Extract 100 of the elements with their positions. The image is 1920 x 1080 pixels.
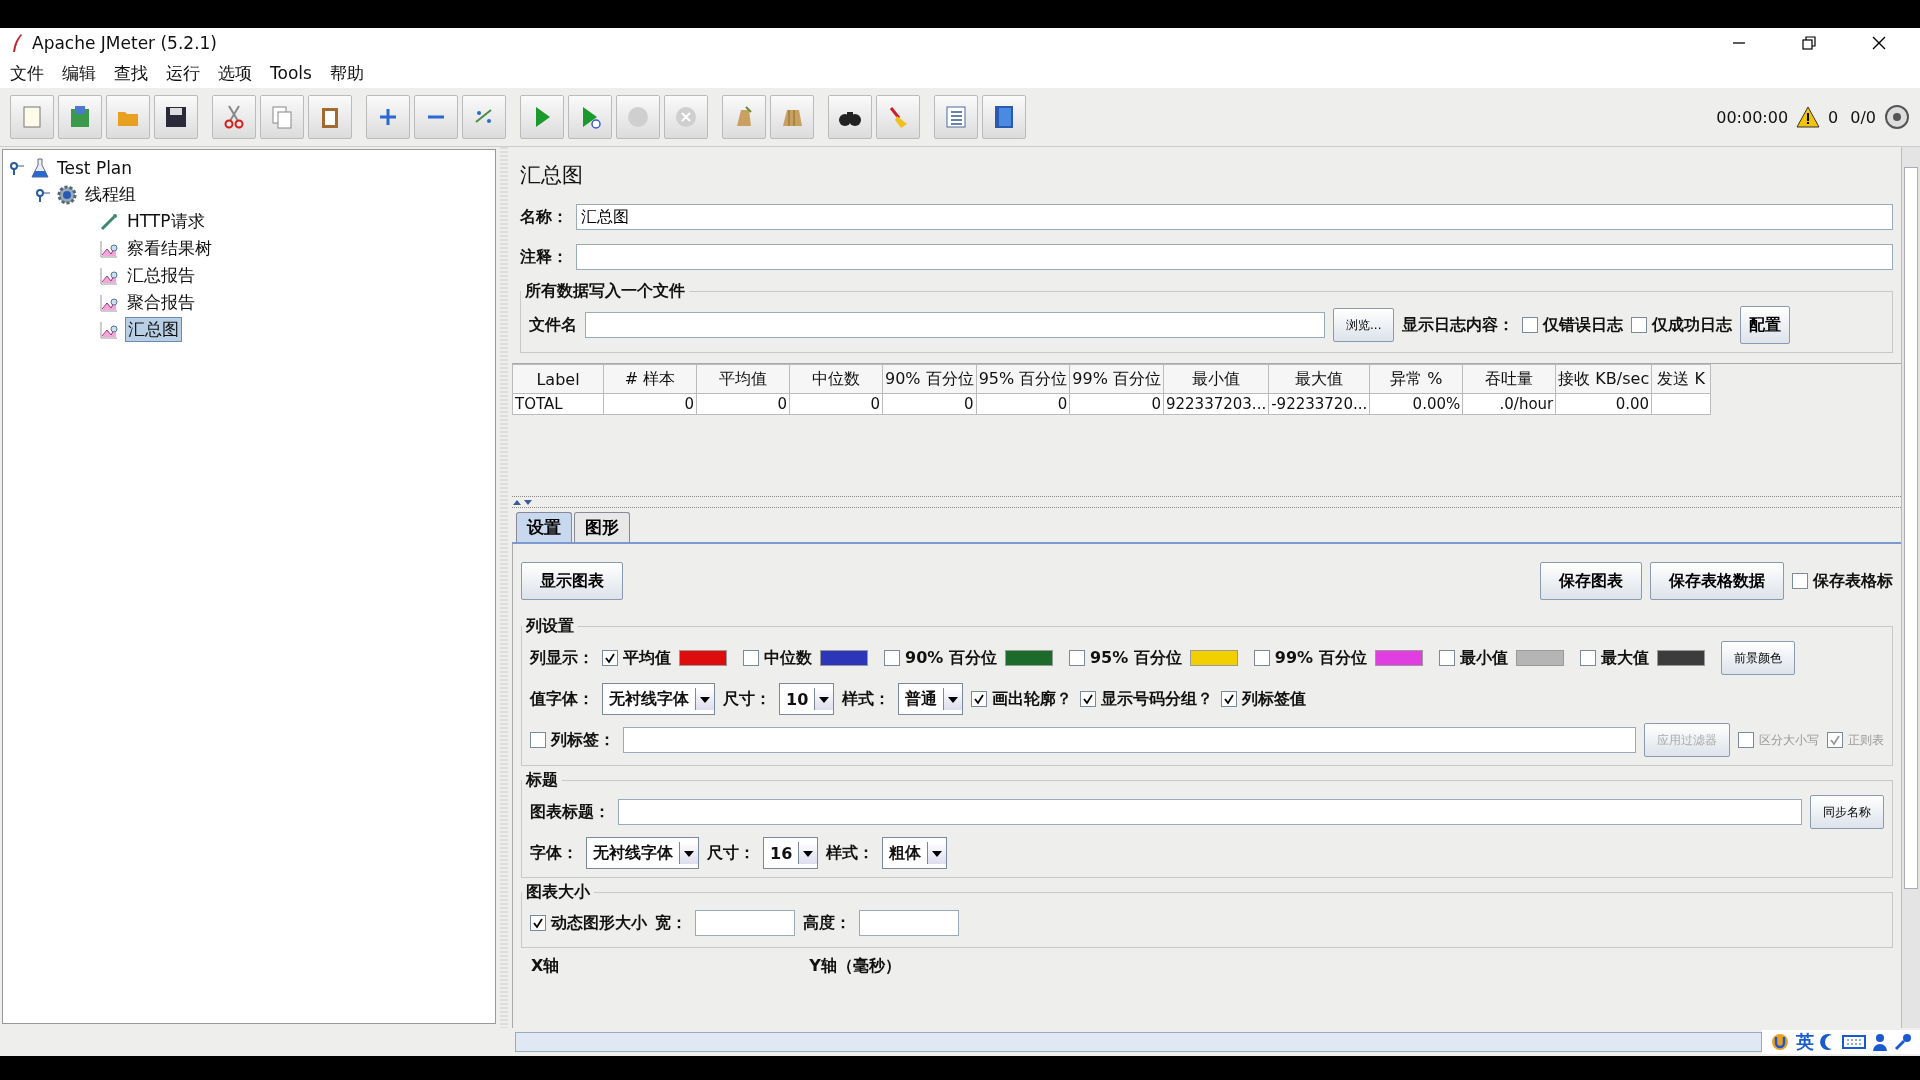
- restore-icon[interactable]: [1802, 36, 1816, 50]
- column-header[interactable]: 95% 百分位: [976, 364, 1070, 394]
- column-header[interactable]: 吞吐量: [1462, 364, 1556, 394]
- browse-button[interactable]: 浏览...: [1333, 308, 1395, 342]
- split-arrows-icon[interactable]: [512, 498, 534, 506]
- checkbox[interactable]: [1221, 691, 1238, 707]
- tab[interactable]: 设置: [516, 512, 572, 542]
- close-icon[interactable]: [1872, 36, 1886, 50]
- checkbox[interactable]: [530, 732, 546, 748]
- wrench-icon[interactable]: [1894, 1033, 1912, 1051]
- new-file-icon[interactable]: [10, 95, 54, 139]
- clear-icon[interactable]: [722, 95, 766, 139]
- cut-icon[interactable]: [212, 95, 256, 139]
- column-header[interactable]: # 样本: [603, 364, 697, 394]
- checkbox[interactable]: [530, 915, 546, 931]
- height-field[interactable]: [859, 910, 959, 936]
- checkbox[interactable]: [1080, 691, 1097, 707]
- label-filter-field[interactable]: [623, 727, 1636, 753]
- menu-item[interactable]: 文件: [10, 61, 44, 85]
- color-swatch[interactable]: [1374, 650, 1423, 666]
- caret-icon[interactable]: [679, 842, 698, 864]
- user-icon[interactable]: [1872, 1033, 1888, 1051]
- checkbox[interactable]: [971, 691, 988, 707]
- checkbox[interactable]: [884, 650, 900, 666]
- tree-item[interactable]: 汇总报告: [125, 264, 197, 287]
- column-header[interactable]: 最大值: [1268, 364, 1370, 394]
- paste-icon[interactable]: [308, 95, 352, 139]
- plus-icon[interactable]: [366, 95, 410, 139]
- color-swatch[interactable]: [820, 650, 868, 666]
- tab[interactable]: 图形: [574, 512, 630, 542]
- column-header[interactable]: 平均值: [696, 364, 790, 394]
- binoculars-icon[interactable]: [828, 95, 872, 139]
- checkbox[interactable]: [1438, 650, 1455, 666]
- width-field[interactable]: [695, 910, 795, 936]
- save-table-button[interactable]: 保存表格数据: [1650, 562, 1784, 600]
- checkbox[interactable]: [1738, 732, 1754, 748]
- menu-item[interactable]: 帮助: [329, 61, 364, 85]
- column-header[interactable]: 90% 百分位: [882, 364, 977, 394]
- checkbox[interactable]: [1579, 650, 1596, 666]
- comment-field[interactable]: [576, 244, 1893, 270]
- column-header[interactable]: 99% 百分位: [1069, 364, 1164, 394]
- tree-handle-icon[interactable]: [35, 187, 51, 202]
- split-handle[interactable]: [500, 147, 508, 1028]
- color-swatch[interactable]: [1004, 650, 1053, 666]
- menu-item[interactable]: 选项: [218, 61, 252, 85]
- start-icon[interactable]: [520, 95, 564, 139]
- menu-item[interactable]: 查找: [114, 61, 148, 85]
- tree-item[interactable]: Test Plan: [55, 157, 135, 178]
- checkbox[interactable]: [1631, 317, 1648, 333]
- name-field[interactable]: 汇总图: [576, 204, 1893, 230]
- column-header[interactable]: 异常 %: [1369, 364, 1463, 394]
- checkbox[interactable]: [1068, 650, 1085, 666]
- checkbox[interactable]: [1792, 573, 1808, 589]
- column-header[interactable]: 发送 K: [1651, 364, 1711, 394]
- checkbox[interactable]: [1253, 650, 1270, 666]
- horizontal-scrollbar[interactable]: [515, 1032, 1762, 1052]
- list-icon[interactable]: [934, 95, 978, 139]
- font-dropdown[interactable]: 无衬线字体: [586, 837, 699, 869]
- color-swatch[interactable]: [679, 650, 727, 666]
- caret-icon[interactable]: [695, 688, 714, 710]
- checkbox[interactable]: [1827, 732, 1843, 748]
- tree-item[interactable]: 汇总图: [125, 317, 182, 342]
- show-chart-button[interactable]: 显示图表: [521, 562, 623, 600]
- caret-icon[interactable]: [943, 688, 963, 710]
- size-dropdown[interactable]: 16: [763, 837, 819, 869]
- tree-handle-icon[interactable]: [9, 160, 25, 175]
- column-header[interactable]: 中位数: [789, 364, 883, 394]
- stop-icon[interactable]: [616, 95, 660, 139]
- font-dropdown[interactable]: 无衬线字体: [602, 683, 715, 715]
- menu-item[interactable]: 编辑: [62, 61, 96, 85]
- menu-item[interactable]: 运行: [166, 61, 200, 85]
- warning-icon[interactable]: [1796, 106, 1821, 128]
- config-button[interactable]: 配置: [1740, 306, 1791, 344]
- column-header[interactable]: Label: [512, 364, 604, 394]
- chart-title-field[interactable]: [618, 799, 1802, 825]
- color-swatch[interactable]: [1656, 650, 1705, 666]
- column-header[interactable]: 接收 KB/sec: [1555, 364, 1652, 394]
- color-swatch[interactable]: [1515, 650, 1564, 666]
- caret-icon[interactable]: [814, 688, 834, 710]
- caret-icon[interactable]: [927, 842, 947, 864]
- checkbox[interactable]: [743, 650, 759, 666]
- color-button[interactable]: 前景颜色: [1720, 641, 1795, 675]
- sync-name-button[interactable]: 同步名称: [1810, 795, 1884, 829]
- tree-item[interactable]: HTTP请求: [125, 210, 207, 233]
- checkbox[interactable]: [1522, 317, 1539, 333]
- ime-language[interactable]: 英: [1796, 1030, 1814, 1054]
- save-chart-button[interactable]: 保存图表: [1540, 562, 1642, 600]
- tree-item[interactable]: 聚合报告: [125, 291, 197, 314]
- tree-item[interactable]: 线程组: [83, 183, 138, 206]
- vertical-scrollbar[interactable]: [1901, 147, 1920, 1028]
- filename-field[interactable]: [585, 312, 1325, 338]
- tree-item[interactable]: 察看结果树: [125, 237, 214, 260]
- shutdown-icon[interactable]: [664, 95, 708, 139]
- minus-icon[interactable]: [414, 95, 458, 139]
- style-dropdown[interactable]: 普通: [898, 683, 964, 715]
- start-no-pause-icon[interactable]: [568, 95, 612, 139]
- menu-item[interactable]: Tools: [270, 63, 312, 83]
- checkbox[interactable]: [602, 650, 618, 666]
- column-header[interactable]: 最小值: [1163, 364, 1269, 394]
- size-dropdown[interactable]: 10: [779, 683, 835, 715]
